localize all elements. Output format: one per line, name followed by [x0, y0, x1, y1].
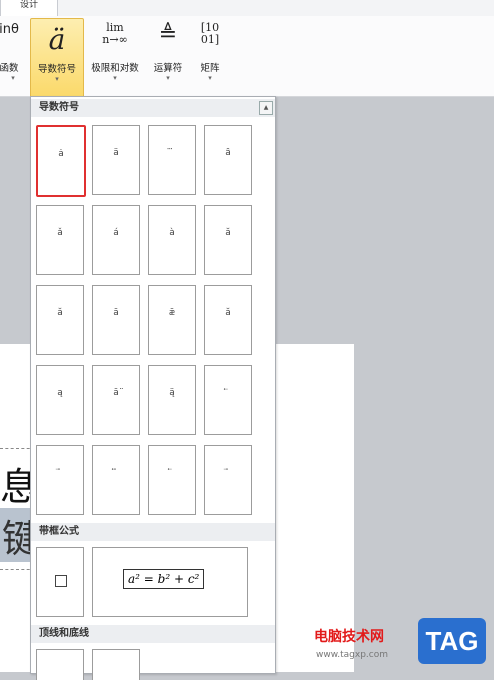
- chevron-down-icon: ▾: [55, 75, 59, 83]
- accent-symbol: ȃ: [225, 148, 231, 158]
- accent-symbol: ⃛: [149, 148, 195, 158]
- accent-symbol: ą̈: [169, 388, 175, 398]
- derivative-icon: ä: [48, 23, 66, 56]
- accent-symbol: ⃖: [149, 468, 195, 478]
- derivative-symbol-menu: 导数符号 ▲ ȧ ä⃛ ȃ ǎ á à ă ă ā ǣ ă ą ā̈ ą̈⃖⃗⃡⃖⃗ 带框公式 a² = …: [30, 96, 276, 680]
- limit-log-button[interactable]: lim n→∞ 极限和对数 ▾: [84, 18, 146, 96]
- derivative-label: 导数符号: [37, 64, 76, 75]
- accent-template[interactable]: ǎ: [36, 205, 84, 275]
- accent-symbol: ą: [57, 388, 63, 398]
- boxed-formula-text: a² = b² + c²: [123, 569, 205, 589]
- operator-icon: ≜: [158, 22, 178, 47]
- limit-icon: lim n→∞: [102, 21, 128, 46]
- accent-template[interactable]: ⃗: [204, 445, 252, 515]
- accent-template[interactable]: ⃖: [204, 365, 252, 435]
- accent-template[interactable]: à: [148, 205, 196, 275]
- accent-symbol: ā̈: [113, 388, 119, 398]
- accent-template[interactable]: ȧ: [36, 125, 86, 197]
- accent-template[interactable]: ȃ: [204, 125, 252, 195]
- accent-template[interactable]: ⃡: [92, 445, 140, 515]
- chevron-down-icon: ▾: [11, 74, 15, 82]
- accent-template[interactable]: ǣ: [148, 285, 196, 355]
- accent-symbol: ȧ: [58, 149, 64, 159]
- overline-template[interactable]: [36, 649, 84, 680]
- section-header-derivative: 导数符号: [31, 99, 275, 117]
- accent-symbol: ⃗: [37, 468, 83, 478]
- function-button[interactable]: inθ 函数 ▾: [0, 18, 26, 96]
- boxed-formula-example[interactable]: a² = b² + c²: [92, 547, 248, 617]
- accent-template[interactable]: ä: [92, 125, 140, 195]
- derivative-symbol-button[interactable]: ä 导数符号 ▾: [30, 18, 84, 98]
- accent-symbol: ⃗: [205, 468, 251, 478]
- accent-template[interactable]: ⃛: [148, 125, 196, 195]
- accent-template[interactable]: ă: [204, 205, 252, 275]
- accent-symbol: ă: [225, 308, 231, 318]
- chevron-down-icon: ▾: [208, 74, 212, 82]
- operator-label: 运算符: [153, 63, 183, 74]
- accent-symbol: à: [169, 228, 175, 238]
- matrix-button[interactable]: [10 01] 矩阵 ▾: [190, 18, 230, 96]
- accent-template[interactable]: á: [92, 205, 140, 275]
- ribbon-tab-bar: 设计: [0, 0, 494, 17]
- function-icon: inθ: [0, 22, 19, 37]
- accent-symbol: ä: [113, 148, 119, 158]
- underline-template[interactable]: [92, 649, 140, 680]
- accent-symbol: ǣ: [169, 308, 175, 318]
- accent-template[interactable]: ā̈: [92, 365, 140, 435]
- watermark-url: www.tagxp.com: [316, 650, 388, 660]
- accent-symbol: á: [113, 228, 119, 238]
- chevron-down-icon: ▾: [166, 74, 170, 82]
- watermark-text: 电脑技术网: [314, 629, 384, 645]
- boxed-formula-template[interactable]: [36, 547, 84, 617]
- operator-button[interactable]: ≜ 运算符 ▾: [148, 18, 188, 96]
- accent-symbol: ǎ: [57, 228, 63, 238]
- accent-template[interactable]: ā: [92, 285, 140, 355]
- chevron-down-icon: ▾: [113, 74, 117, 82]
- accent-template[interactable]: ⃖: [148, 445, 196, 515]
- accent-symbol: ă: [225, 228, 231, 238]
- accent-template[interactable]: ą̈: [148, 365, 196, 435]
- section-header-overline: 顶线和底线: [31, 625, 275, 643]
- limit-label: 极限和对数: [91, 63, 139, 74]
- accent-symbol: ā: [113, 308, 119, 318]
- tag-logo: TAG: [418, 618, 486, 664]
- accent-template[interactable]: ă: [204, 285, 252, 355]
- accent-template[interactable]: ą: [36, 365, 84, 435]
- ribbon: inθ 函数 ▾ ä 导数符号 ▾ lim n→∞ 极限和对数 ▾ ≜ 运算符 …: [0, 16, 494, 98]
- boxed-placeholder-icon: [55, 575, 67, 587]
- function-label: 函数: [0, 63, 19, 74]
- accent-symbol: ⃖: [205, 388, 251, 398]
- matrix-icon: [10 01]: [200, 21, 220, 46]
- section-header-boxed: 带框公式: [31, 523, 275, 541]
- accent-symbol: ⃡: [93, 468, 139, 478]
- matrix-label: 矩阵: [200, 63, 220, 74]
- accent-template[interactable]: ă: [36, 285, 84, 355]
- accent-template[interactable]: ⃗: [36, 445, 84, 515]
- accent-symbol: ă: [57, 308, 63, 318]
- tab-design[interactable]: 设计: [0, 0, 58, 16]
- scroll-up-icon[interactable]: ▲: [259, 101, 273, 115]
